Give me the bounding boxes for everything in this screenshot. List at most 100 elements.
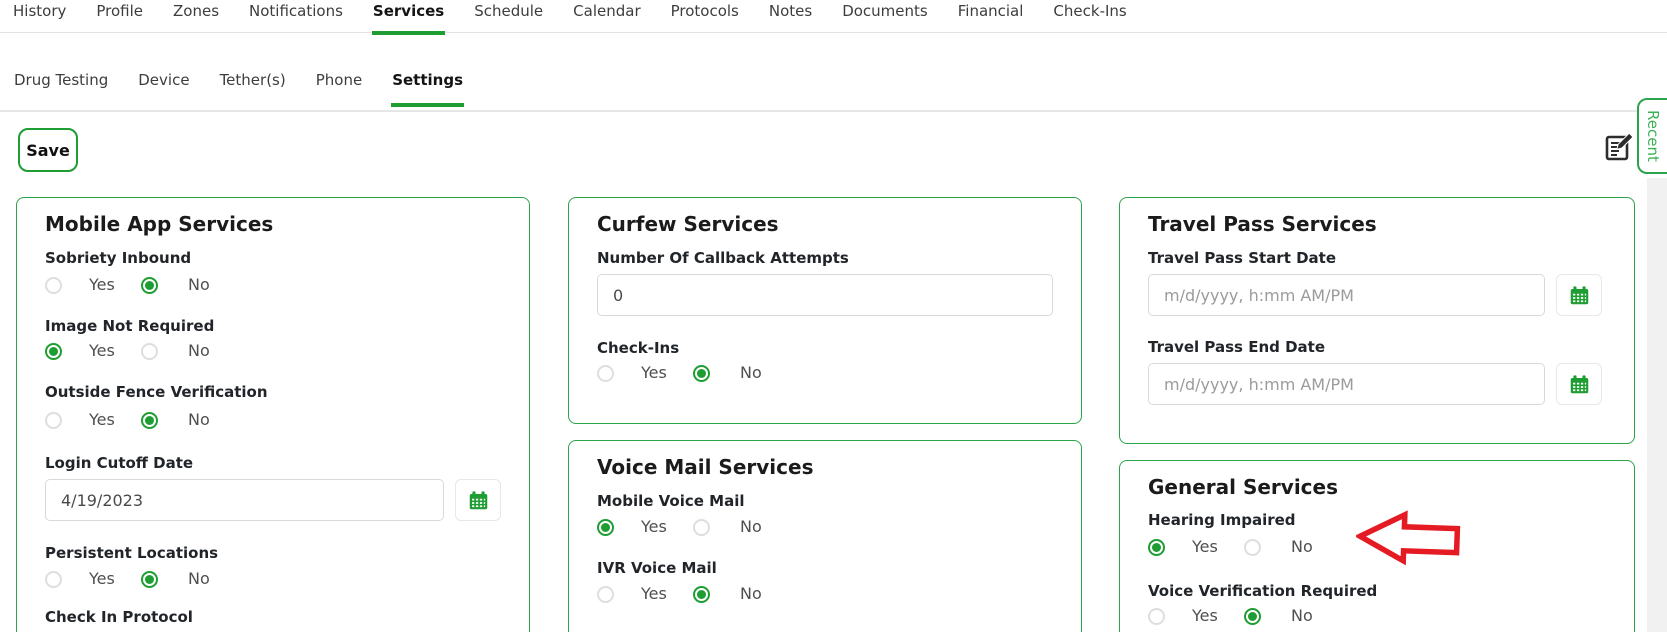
tab-schedule[interactable]: Schedule bbox=[473, 0, 544, 35]
radio-no[interactable] bbox=[1244, 607, 1261, 625]
tab-history[interactable]: History bbox=[12, 0, 67, 35]
radio-yes[interactable] bbox=[597, 585, 614, 603]
radio-group-sobriety-inbound: Yes No bbox=[45, 276, 501, 294]
field-label-image-not-required: Image Not Required bbox=[45, 317, 215, 335]
recent-side-tab[interactable]: Recent bbox=[1637, 98, 1667, 174]
radio-no[interactable] bbox=[693, 518, 710, 536]
radio-label-yes[interactable]: Yes bbox=[89, 411, 141, 429]
subnav-separator bbox=[0, 110, 1667, 112]
radio-group-voice-verification-required: Yes No bbox=[1148, 607, 1606, 625]
red-annotation-arrow-icon bbox=[1354, 510, 1461, 566]
tab-notes[interactable]: Notes bbox=[768, 0, 813, 35]
panel-travel-pass-services: Travel Pass Services Travel Pass Start D… bbox=[1119, 197, 1635, 444]
login-cutoff-date-row bbox=[45, 479, 501, 521]
radio-label-yes[interactable]: Yes bbox=[641, 364, 693, 382]
radio-label-no[interactable]: No bbox=[1291, 607, 1313, 625]
field-label-check-ins: Check-Ins bbox=[597, 339, 680, 357]
radio-label-yes[interactable]: Yes bbox=[89, 342, 141, 360]
field-label-outside-fence-verification: Outside Fence Verification bbox=[45, 383, 268, 401]
tab-documents[interactable]: Documents bbox=[841, 0, 929, 35]
field-label-callback-attempts: Number Of Callback Attempts bbox=[597, 249, 849, 267]
field-label-ivr-voice-mail: IVR Voice Mail bbox=[597, 559, 717, 577]
radio-no[interactable] bbox=[693, 364, 710, 382]
radio-no[interactable] bbox=[141, 570, 158, 588]
radio-label-yes[interactable]: Yes bbox=[1192, 538, 1244, 556]
tab-profile[interactable]: Profile bbox=[95, 0, 144, 35]
field-label-sobriety-inbound: Sobriety Inbound bbox=[45, 249, 192, 267]
radio-label-no[interactable]: No bbox=[188, 276, 210, 294]
radio-label-yes[interactable]: Yes bbox=[89, 276, 141, 294]
tab-zones[interactable]: Zones bbox=[172, 0, 220, 35]
panel-curfew-services: Curfew Services Number Of Callback Attem… bbox=[568, 197, 1082, 424]
radio-label-no[interactable]: No bbox=[740, 585, 762, 603]
field-label-login-cutoff-date: Login Cutoff Date bbox=[45, 454, 194, 472]
field-label-voice-verification-required: Voice Verification Required bbox=[1148, 582, 1378, 600]
panel-title: General Services bbox=[1148, 475, 1339, 499]
tab-check-ins[interactable]: Check-Ins bbox=[1052, 0, 1127, 35]
tab-protocols[interactable]: Protocols bbox=[670, 0, 740, 35]
radio-no[interactable] bbox=[141, 276, 158, 294]
radio-group-ivr-voice-mail: Yes No bbox=[597, 585, 1053, 603]
radio-no[interactable] bbox=[141, 411, 158, 429]
subtab-phone[interactable]: Phone bbox=[315, 62, 363, 107]
radio-label-no[interactable]: No bbox=[188, 342, 210, 360]
field-label-mobile-voice-mail: Mobile Voice Mail bbox=[597, 492, 745, 510]
primary-nav: History Profile Zones Notifications Serv… bbox=[12, 0, 1128, 35]
vertical-scrollbar[interactable] bbox=[1647, 178, 1667, 632]
radio-group-mobile-voice-mail: Yes No bbox=[597, 518, 1053, 536]
radio-label-no[interactable]: No bbox=[188, 570, 210, 588]
radio-group-outside-fence-verification: Yes No bbox=[45, 411, 501, 429]
travel-pass-start-input[interactable] bbox=[1148, 274, 1545, 316]
calendar-icon[interactable] bbox=[1556, 274, 1602, 316]
radio-label-no[interactable]: No bbox=[740, 518, 762, 536]
panel-title: Curfew Services bbox=[597, 212, 779, 236]
tab-financial[interactable]: Financial bbox=[957, 0, 1025, 35]
field-label-travel-pass-start-date: Travel Pass Start Date bbox=[1148, 249, 1337, 267]
travel-pass-start-row bbox=[1148, 274, 1606, 316]
field-label-check-in-protocol: Check In Protocol bbox=[45, 608, 193, 626]
tab-notifications[interactable]: Notifications bbox=[248, 0, 344, 35]
panel-title: Voice Mail Services bbox=[597, 455, 814, 479]
radio-group-image-not-required: Yes No bbox=[45, 342, 501, 360]
radio-yes[interactable] bbox=[45, 411, 62, 429]
radio-label-no[interactable]: No bbox=[740, 364, 762, 382]
subtab-drug-testing[interactable]: Drug Testing bbox=[13, 62, 109, 107]
panel-voice-mail-services: Voice Mail Services Mobile Voice Mail Ye… bbox=[568, 440, 1082, 632]
callback-attempts-input[interactable] bbox=[597, 274, 1053, 316]
document-edit-icon[interactable] bbox=[1602, 131, 1636, 165]
secondary-nav: Drug Testing Device Tether(s) Phone Sett… bbox=[13, 62, 464, 107]
radio-label-yes[interactable]: Yes bbox=[641, 518, 693, 536]
radio-yes[interactable] bbox=[45, 570, 62, 588]
radio-label-yes[interactable]: Yes bbox=[89, 570, 141, 588]
field-label-persistent-locations: Persistent Locations bbox=[45, 544, 219, 562]
tab-services[interactable]: Services bbox=[371, 0, 446, 35]
radio-no[interactable] bbox=[141, 342, 158, 360]
radio-yes[interactable] bbox=[45, 276, 62, 294]
radio-label-no[interactable]: No bbox=[188, 411, 210, 429]
radio-label-yes[interactable]: Yes bbox=[1192, 607, 1244, 625]
radio-label-no[interactable]: No bbox=[1291, 538, 1313, 556]
radio-yes[interactable] bbox=[1148, 538, 1165, 556]
save-button[interactable]: Save bbox=[18, 128, 78, 172]
calendar-icon[interactable] bbox=[1556, 363, 1602, 405]
radio-no[interactable] bbox=[1244, 538, 1261, 556]
radio-yes[interactable] bbox=[597, 364, 614, 382]
travel-pass-end-input[interactable] bbox=[1148, 363, 1545, 405]
radio-label-yes[interactable]: Yes bbox=[641, 585, 693, 603]
radio-group-check-ins: Yes No bbox=[597, 364, 1053, 382]
subtab-device[interactable]: Device bbox=[137, 62, 190, 107]
radio-yes[interactable] bbox=[597, 518, 614, 536]
subtab-settings[interactable]: Settings bbox=[391, 62, 464, 107]
radio-yes[interactable] bbox=[45, 342, 62, 360]
field-label-travel-pass-end-date: Travel Pass End Date bbox=[1148, 338, 1326, 356]
login-cutoff-date-input[interactable] bbox=[45, 479, 444, 521]
calendar-icon[interactable] bbox=[455, 479, 501, 521]
radio-no[interactable] bbox=[693, 585, 710, 603]
radio-yes[interactable] bbox=[1148, 607, 1165, 625]
panel-title: Mobile App Services bbox=[45, 212, 274, 236]
travel-pass-end-row bbox=[1148, 363, 1606, 405]
tab-calendar[interactable]: Calendar bbox=[572, 0, 641, 35]
panel-mobile-app-services: Mobile App Services Sobriety Inbound Yes… bbox=[16, 197, 530, 632]
subtab-tethers[interactable]: Tether(s) bbox=[219, 62, 287, 107]
panel-title: Travel Pass Services bbox=[1148, 212, 1377, 236]
